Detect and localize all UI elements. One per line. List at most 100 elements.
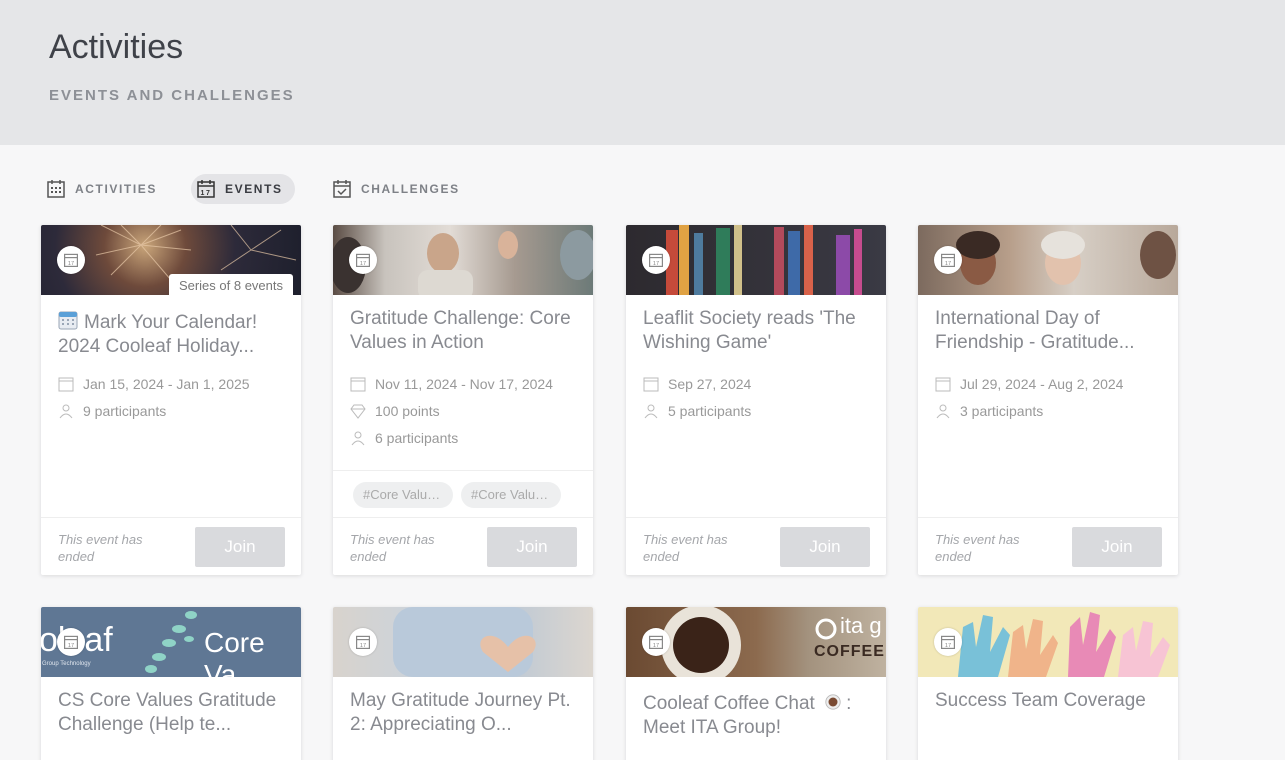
event-participants-text: 5 participants <box>668 403 752 419</box>
calendar-icon <box>350 377 366 392</box>
event-title[interactable]: May Gratitude Journey Pt. 2: Appreciatin… <box>350 689 580 737</box>
tab-challenges-label: CHALLENGES <box>361 182 460 196</box>
event-participants-text: 3 participants <box>960 403 1044 419</box>
svg-text:17: 17 <box>653 643 659 649</box>
event-banner-image: 17 <box>333 225 593 295</box>
hashtag-chip[interactable]: #Core Values... <box>461 482 561 508</box>
svg-text:17: 17 <box>68 261 74 267</box>
event-points: 100 points <box>350 403 440 419</box>
svg-text:17: 17 <box>201 190 212 197</box>
tab-activities[interactable]: ACTIVITIES <box>41 174 169 204</box>
calendar-icon <box>643 377 659 392</box>
event-dates-text: Nov 11, 2024 - Nov 17, 2024 <box>375 376 553 392</box>
person-icon <box>59 404 73 419</box>
event-card[interactable]: oleaf Group Technology Core Va 17 CS Cor… <box>41 607 301 760</box>
calendar-badge-icon: 17 <box>934 628 962 656</box>
series-tag: Series of 8 events <box>168 274 293 295</box>
event-card[interactable]: ita g COFFEE 17 Cooleaf Coffee Chat : Me… <box>626 607 886 760</box>
svg-text:17: 17 <box>945 261 951 267</box>
join-button[interactable]: Join <box>195 527 285 567</box>
calendar-17-icon: 17 <box>197 180 215 198</box>
event-banner-image: oleaf Group Technology Core Va 17 <box>41 607 301 677</box>
calendar-emoji-icon <box>58 311 78 330</box>
join-button[interactable]: Join <box>780 527 870 567</box>
event-tags: #Core Values... #Core Values... <box>333 470 593 518</box>
event-participants: 3 participants <box>935 403 1043 419</box>
hashtag-chip[interactable]: #Core Values... <box>353 482 453 508</box>
event-title[interactable]: Cooleaf Coffee Chat : Meet ITA Group! <box>643 692 873 740</box>
event-card[interactable]: 17 International Day of Friendship - Gra… <box>918 225 1178 575</box>
tab-events-label: EVENTS <box>225 182 283 196</box>
event-title[interactable]: Leaflit Society reads 'The Wishing Game' <box>643 307 873 355</box>
tab-events[interactable]: 17 EVENTS <box>191 174 295 204</box>
calendar-badge-icon: 17 <box>349 246 377 274</box>
event-dates: Nov 11, 2024 - Nov 17, 2024 <box>350 376 553 392</box>
event-title-text: Cooleaf Coffee Chat <box>643 693 815 714</box>
event-title[interactable]: Mark Your Calendar! 2024 Cooleaf Holiday… <box>58 310 288 359</box>
event-dates-text: Jul 29, 2024 - Aug 2, 2024 <box>960 376 1124 392</box>
event-points-text: 100 points <box>375 403 440 419</box>
svg-text:17: 17 <box>360 261 366 267</box>
tab-activities-label: ACTIVITIES <box>75 182 158 196</box>
event-footer: This event has ended Join <box>626 517 886 575</box>
svg-text:17: 17 <box>68 643 74 649</box>
calendar-badge-icon: 17 <box>934 246 962 274</box>
event-banner-image: 17 <box>918 607 1178 677</box>
event-title[interactable]: CS Core Values Gratitude Challenge (Help… <box>58 689 288 737</box>
event-participants-text: 6 participants <box>375 430 459 446</box>
event-title[interactable]: Gratitude Challenge: Core Values in Acti… <box>350 307 580 355</box>
event-participants: 9 participants <box>58 403 166 419</box>
calendar-icon <box>58 377 74 392</box>
event-card[interactable]: 17 May Gratitude Journey Pt. 2: Apprecia… <box>333 607 593 760</box>
event-card[interactable]: 17 Success Team Coverage <box>918 607 1178 760</box>
event-dates: Jan 15, 2024 - Jan 1, 2025 <box>58 376 250 392</box>
event-dates-text: Jan 15, 2024 - Jan 1, 2025 <box>83 376 250 392</box>
page-title: Activities <box>49 28 184 66</box>
event-card[interactable]: 17 Series of 8 events Mark Your Calendar… <box>41 225 301 575</box>
page-subtitle: EVENTS AND CHALLENGES <box>49 87 295 104</box>
calendar-badge-icon: 17 <box>57 628 85 656</box>
event-participants: 6 participants <box>350 430 458 446</box>
event-dates: Sep 27, 2024 <box>643 376 751 392</box>
svg-text:17: 17 <box>360 643 366 649</box>
banner-text: ita g <box>840 613 882 638</box>
event-card[interactable]: 17 Leaflit Society reads 'The Wishing Ga… <box>626 225 886 575</box>
banner-text-2: COFFEE <box>814 643 885 660</box>
grid-calendar-icon <box>47 180 65 198</box>
event-banner-image: 17 <box>626 225 886 295</box>
event-status: This event has ended <box>58 532 143 564</box>
coffee-emoji-icon <box>825 694 841 710</box>
calendar-badge-icon: 17 <box>57 246 85 274</box>
calendar-badge-icon: 17 <box>349 628 377 656</box>
calendar-check-icon <box>333 180 351 198</box>
calendar-badge-icon: 17 <box>642 246 670 274</box>
banner-small-text: Group Technology <box>42 661 91 667</box>
event-dates-text: Sep 27, 2024 <box>668 376 752 392</box>
event-banner-image: 17 <box>333 607 593 677</box>
event-card[interactable]: 17 Gratitude Challenge: Core Values in A… <box>333 225 593 575</box>
event-participants-text: 9 participants <box>83 403 167 419</box>
event-footer: This event has ended Join <box>41 517 301 575</box>
svg-text:17: 17 <box>945 643 951 649</box>
event-title-text: Mark Your Calendar! 2024 Cooleaf Holiday… <box>58 312 258 357</box>
event-status: This event has ended <box>643 532 728 564</box>
event-status: This event has ended <box>350 532 435 564</box>
calendar-icon <box>935 377 951 392</box>
event-banner-image: ita g COFFEE 17 <box>626 607 886 677</box>
calendar-badge-icon: 17 <box>642 628 670 656</box>
event-participants: 5 participants <box>643 403 751 419</box>
join-button[interactable]: Join <box>1072 527 1162 567</box>
event-banner-image: 17 Series of 8 events <box>41 225 301 295</box>
person-icon <box>936 404 950 419</box>
tab-challenges[interactable]: CHALLENGES <box>327 174 472 204</box>
event-footer: This event has ended Join <box>918 517 1178 575</box>
person-icon <box>351 431 365 446</box>
svg-text:17: 17 <box>653 261 659 267</box>
leaf-graphic-icon <box>145 611 197 673</box>
join-button[interactable]: Join <box>487 527 577 567</box>
event-title[interactable]: International Day of Friendship - Gratit… <box>935 307 1165 355</box>
page-header: Activities EVENTS AND CHALLENGES <box>0 0 1285 145</box>
person-icon <box>644 404 658 419</box>
event-title[interactable]: Success Team Coverage <box>935 689 1165 713</box>
event-banner-image: 17 <box>918 225 1178 295</box>
